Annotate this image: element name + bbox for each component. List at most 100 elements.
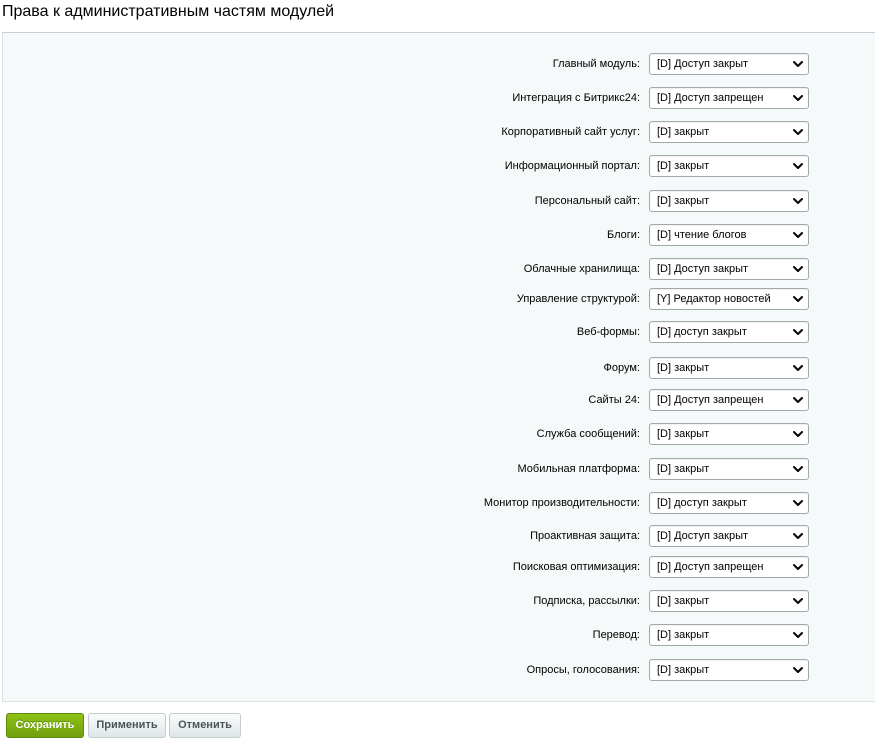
permission-label: Блоги: — [607, 229, 640, 241]
chevron-down-icon — [793, 397, 803, 403]
permission-select[interactable]: [D] закрыт — [649, 190, 809, 212]
permission-label: Форум: — [603, 362, 640, 374]
permission-select[interactable]: [D] Доступ закрыт — [649, 525, 809, 547]
permission-select[interactable]: [D] закрыт — [649, 357, 809, 379]
permission-row: Блоги: [D] чтение блогов — [3, 224, 873, 246]
chevron-down-icon — [793, 466, 803, 472]
permission-row: Опросы, голосования: [D] закрыт — [3, 659, 873, 681]
permission-select-value: [D] Доступ запрещен — [657, 394, 764, 406]
permission-select[interactable]: [D] закрыт — [649, 590, 809, 612]
permission-select[interactable]: [D] доступ закрыт — [649, 321, 809, 343]
permission-row: Перевод: [D] закрыт — [3, 624, 873, 646]
permission-label: Мобильная платформа: — [517, 463, 640, 475]
permission-row: Главный модуль: [D] Доступ закрыт — [3, 53, 873, 75]
permission-row: Управление структурой: [Y] Редактор новос… — [3, 288, 873, 310]
permission-select-value: [D] закрыт — [657, 595, 710, 607]
permission-row: Сайты 24: [D] Доступ запрещен — [3, 389, 873, 411]
permission-select[interactable]: [D] Доступ запрещен — [649, 87, 809, 109]
permission-select-value: [D] Доступ запрещен — [657, 561, 764, 573]
permission-select[interactable]: [D] Доступ закрыт — [649, 258, 809, 280]
permission-row: Мобильная платформа: [D] закрыт — [3, 458, 873, 480]
permission-label: Подписка, рассылки: — [533, 595, 640, 607]
permission-row: Проактивная защита: [D] Доступ закрыт — [3, 525, 873, 547]
permission-row: Информационный портал: [D] закрыт — [3, 155, 873, 177]
permission-label: Перевод: — [592, 629, 640, 641]
chevron-down-icon — [793, 198, 803, 204]
permission-select-value: [D] закрыт — [657, 664, 710, 676]
chevron-down-icon — [793, 61, 803, 67]
chevron-down-icon — [793, 598, 803, 604]
chevron-down-icon — [793, 232, 803, 238]
chevron-down-icon — [793, 266, 803, 272]
permission-row: Монитор производительности: [D] доступ за… — [3, 492, 873, 514]
chevron-down-icon — [793, 564, 803, 570]
permission-select[interactable]: [D] закрыт — [649, 155, 809, 177]
permission-select[interactable]: [D] закрыт — [649, 624, 809, 646]
chevron-down-icon — [793, 329, 803, 335]
permission-label: Поисковая оптимизация: — [512, 561, 640, 573]
permission-label: Служба сообщений: — [536, 428, 640, 440]
permission-select-value: [D] закрыт — [657, 428, 710, 440]
permission-select-value: [D] Доступ закрыт — [657, 530, 749, 542]
permission-select[interactable]: [D] Доступ запрещен — [649, 556, 809, 578]
permission-select-value: [D] доступ закрыт — [657, 326, 747, 338]
permission-label: Управление структурой: — [516, 293, 640, 305]
permission-select-value: [D] закрыт — [657, 362, 710, 374]
permission-select-value: [D] закрыт — [657, 126, 710, 138]
chevron-down-icon — [793, 296, 803, 302]
cancel-button[interactable]: Отменить — [169, 713, 241, 738]
permission-label: Веб-формы: — [576, 326, 640, 338]
permission-select[interactable]: [D] доступ закрыт — [649, 492, 809, 514]
chevron-down-icon — [793, 431, 803, 437]
permission-label: Информационный портал: — [504, 160, 640, 172]
permission-select-value: [D] доступ закрыт — [657, 497, 747, 509]
permissions-panel: Главный модуль: [D] Доступ закрыт Интеграц… — [2, 32, 875, 702]
permission-label: Интеграция с Битрикс24: — [512, 92, 640, 104]
permission-row: Интеграция с Битрикс24: [D] Доступ запрещ… — [3, 87, 873, 109]
permission-select[interactable]: [D] закрыт — [649, 458, 809, 480]
permission-row: Веб-формы: [D] доступ закрыт — [3, 321, 873, 343]
save-button[interactable]: Сохранить — [6, 713, 84, 738]
apply-button[interactable]: Применить — [88, 713, 166, 738]
chevron-down-icon — [793, 632, 803, 638]
permission-label: Корпоративный сайт услуг: — [501, 126, 640, 138]
form-footer: Сохранить Применить Отменить — [0, 703, 875, 747]
page-title: Права к административным частям модулей — [2, 3, 335, 20]
permission-select[interactable]: [D] закрыт — [649, 423, 809, 445]
permission-row: Форум: [D] закрыт — [3, 357, 873, 379]
permission-select-value: [D] закрыт — [657, 629, 710, 641]
permission-select[interactable]: [D] закрыт — [649, 659, 809, 681]
chevron-down-icon — [793, 365, 803, 371]
chevron-down-icon — [793, 667, 803, 673]
permission-select-value: [D] Доступ запрещен — [657, 92, 764, 104]
permission-label: Облачные хранилища: — [523, 263, 640, 275]
chevron-down-icon — [793, 129, 803, 135]
permission-select[interactable]: [D] Доступ запрещен — [649, 389, 809, 411]
permission-select[interactable]: [D] Доступ закрыт — [649, 53, 809, 75]
permission-select-value: [D] закрыт — [657, 160, 710, 172]
permission-select[interactable]: [Y] Редактор новостей — [649, 288, 809, 310]
chevron-down-icon — [793, 533, 803, 539]
permission-label: Опросы, голосования: — [526, 664, 640, 676]
permission-select-value: [D] Доступ закрыт — [657, 263, 749, 275]
permission-label: Персональный сайт: — [534, 195, 640, 207]
chevron-down-icon — [793, 95, 803, 101]
permission-row: Служба сообщений: [D] закрыт — [3, 423, 873, 445]
permission-select-value: [D] закрыт — [657, 195, 710, 207]
permission-select[interactable]: [D] чтение блогов — [649, 224, 809, 246]
permission-select-value: [D] Доступ закрыт — [657, 58, 749, 70]
permission-row: Персональный сайт: [D] закрыт — [3, 190, 873, 212]
permission-select-value: [D] закрыт — [657, 463, 710, 475]
chevron-down-icon — [793, 500, 803, 506]
permission-row: Подписка, рассылки: [D] закрыт — [3, 590, 873, 612]
permission-select[interactable]: [D] закрыт — [649, 121, 809, 143]
permission-label: Сайты 24: — [588, 394, 640, 406]
permission-label: Монитор производительности: — [483, 497, 640, 509]
permission-row: Облачные хранилища: [D] Доступ закрыт — [3, 258, 873, 280]
permission-row: Поисковая оптимизация: [D] Доступ запреще… — [3, 556, 873, 578]
permission-select-value: [D] чтение блогов — [657, 229, 747, 241]
permission-label: Главный модуль: — [552, 58, 640, 70]
permission-label: Проактивная защита: — [530, 530, 640, 542]
chevron-down-icon — [793, 163, 803, 169]
permission-select-value: [Y] Редактор новостей — [657, 293, 771, 305]
